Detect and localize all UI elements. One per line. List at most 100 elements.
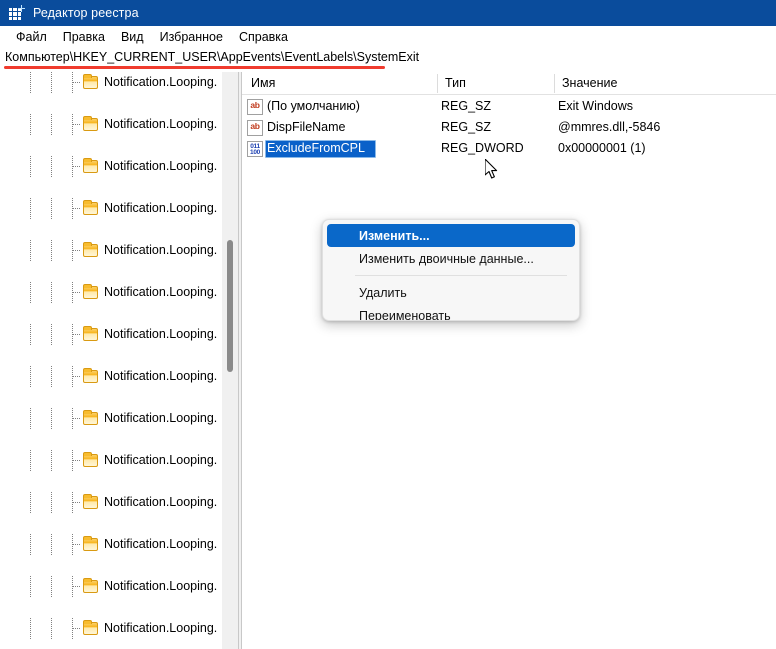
- tree-indent-guides: [0, 492, 84, 513]
- tree-item-label: Notification.Looping.: [104, 201, 218, 215]
- folder-icon: [83, 242, 98, 257]
- tree-indent-guides: [0, 408, 84, 429]
- tree-item[interactable]: Notification.Looping.: [0, 156, 222, 177]
- registry-values-pane[interactable]: Имя Тип Значение ab (По умолчанию) REG_SZ E…: [242, 72, 776, 649]
- folder-icon: [83, 200, 98, 215]
- folder-icon: [83, 452, 98, 467]
- tree-indent-guides: [0, 576, 84, 597]
- value-row[interactable]: 011 100 ExcludeFromCPL REG_DWORD 0x00000001 …: [242, 140, 776, 159]
- tree-item-label: Notification.Looping.: [104, 159, 218, 173]
- tree-item[interactable]: Notification.Looping.: [0, 72, 222, 93]
- tree-item-label: Notification.Looping.: [104, 75, 218, 89]
- tree-item[interactable]: Notification.Looping.: [0, 408, 222, 429]
- context-menu[interactable]: Изменить... Изменить двоичные данные... Уд…: [322, 219, 580, 321]
- menu-item-help[interactable]: Справка: [231, 28, 296, 46]
- value-type-cell: REG_SZ: [441, 99, 492, 113]
- tree-indent-guides: [0, 450, 84, 471]
- tree-item[interactable]: Notification.Looping.: [0, 240, 222, 261]
- tree-item-label: Notification.Looping.: [104, 621, 218, 635]
- tree-indent-guides: [0, 618, 84, 639]
- value-type-cell: REG_SZ: [441, 120, 492, 134]
- tree-item-label: Notification.Looping.: [104, 285, 218, 299]
- menu-item-favorites[interactable]: Избранное: [152, 28, 231, 46]
- value-row[interactable]: ab (По умолчанию) REG_SZ Exit Windows: [242, 98, 776, 117]
- window-title: Редактор реестра: [33, 6, 139, 20]
- registry-editor-icon: [8, 5, 25, 21]
- folder-icon: [83, 410, 98, 425]
- tree-item[interactable]: Notification.Looping.: [0, 198, 222, 219]
- folder-icon: [83, 368, 98, 383]
- string-value-icon: ab: [247, 99, 263, 115]
- registry-tree-pane[interactable]: Notification.Looping. Notification.Loopin…: [0, 72, 222, 649]
- list-column-headers: Имя Тип Значение: [242, 72, 776, 95]
- tree-item[interactable]: Notification.Looping.: [0, 366, 222, 387]
- tree-indent-guides: [0, 534, 84, 555]
- tree-indent-guides: [0, 366, 84, 387]
- column-separator-2[interactable]: [554, 74, 555, 93]
- tree-item[interactable]: Notification.Looping.: [0, 114, 222, 135]
- column-separator-1[interactable]: [437, 74, 438, 93]
- context-menu-separator: [355, 275, 567, 276]
- tree-item-label: Notification.Looping.: [104, 243, 218, 257]
- tree-item[interactable]: Notification.Looping.: [0, 492, 222, 513]
- folder-icon: [83, 158, 98, 173]
- tree-item-label: Notification.Looping.: [104, 411, 218, 425]
- tree-item-label: Notification.Looping.: [104, 369, 218, 383]
- value-name-cell: (По умолчанию): [267, 99, 360, 113]
- value-data-cell: @mmres.dll,-5846: [558, 120, 661, 134]
- tree-item-label: Notification.Looping.: [104, 495, 218, 509]
- tree-indent-guides: [0, 282, 84, 303]
- tree-item-label: Notification.Looping.: [104, 537, 218, 551]
- tree-indent-guides: [0, 240, 84, 261]
- menu-bar: Файл Правка Вид Избранное Справка: [0, 26, 776, 48]
- tree-indent-guides: [0, 156, 84, 177]
- tree-vertical-scrollbar[interactable]: [222, 72, 238, 649]
- registry-path-text: Компьютер\HKEY_CURRENT_USER\AppEvents\Ev…: [5, 50, 420, 64]
- tree-item[interactable]: Notification.Looping.: [0, 618, 222, 639]
- value-data-cell: 0x00000001 (1): [558, 141, 646, 155]
- tree-item[interactable]: Notification.Looping.: [0, 324, 222, 345]
- tree-item[interactable]: Notification.Looping.: [0, 450, 222, 471]
- context-menu-item[interactable]: Изменить...: [327, 224, 575, 247]
- address-bar[interactable]: Компьютер\HKEY_CURRENT_USER\AppEvents\Ev…: [0, 48, 776, 69]
- title-bar: Редактор реестра: [0, 0, 776, 26]
- folder-icon: [83, 116, 98, 131]
- content-area: Notification.Looping. Notification.Loopin…: [0, 72, 776, 649]
- value-name-cell: DispFileName: [267, 120, 346, 134]
- column-header-name[interactable]: Имя: [251, 76, 275, 90]
- tree-item[interactable]: Notification.Looping.: [0, 534, 222, 555]
- column-header-type[interactable]: Тип: [445, 76, 466, 90]
- folder-icon: [83, 578, 98, 593]
- tree-indent-guides: [0, 324, 84, 345]
- menu-item-file[interactable]: Файл: [8, 28, 55, 46]
- string-value-icon: ab: [247, 120, 263, 136]
- context-menu-item[interactable]: Удалить: [327, 281, 575, 304]
- value-type-cell: REG_DWORD: [441, 141, 524, 155]
- context-menu-item[interactable]: Переименовать: [327, 304, 575, 321]
- folder-icon: [83, 74, 98, 89]
- column-header-value[interactable]: Значение: [562, 76, 617, 90]
- folder-icon: [83, 536, 98, 551]
- value-data-cell: Exit Windows: [558, 99, 634, 113]
- tree-scrollbar-thumb[interactable]: [227, 240, 233, 372]
- registry-editor-window: Редактор реестра Файл Правка Вид Избранн…: [0, 0, 776, 649]
- value-name-cell: ExcludeFromCPL: [267, 141, 365, 155]
- folder-icon: [83, 494, 98, 509]
- tree-item-label: Notification.Looping.: [104, 117, 218, 131]
- tree-item-label: Notification.Looping.: [104, 327, 218, 341]
- tree-item-label: Notification.Looping.: [104, 453, 218, 467]
- tree-indent-guides: [0, 72, 84, 93]
- folder-icon: [83, 284, 98, 299]
- tree-item[interactable]: Notification.Looping.: [0, 282, 222, 303]
- tree-indent-guides: [0, 198, 84, 219]
- folder-icon: [83, 620, 98, 635]
- address-red-underline-annotation: [4, 66, 385, 69]
- folder-icon: [83, 326, 98, 341]
- context-menu-item[interactable]: Изменить двоичные данные...: [327, 247, 575, 270]
- tree-indent-guides: [0, 114, 84, 135]
- menu-item-edit[interactable]: Правка: [55, 28, 113, 46]
- tree-item[interactable]: Notification.Looping.: [0, 576, 222, 597]
- value-row[interactable]: ab DispFileName REG_SZ @mmres.dll,-5846: [242, 119, 776, 138]
- menu-item-view[interactable]: Вид: [113, 28, 152, 46]
- tree-item-label: Notification.Looping.: [104, 579, 218, 593]
